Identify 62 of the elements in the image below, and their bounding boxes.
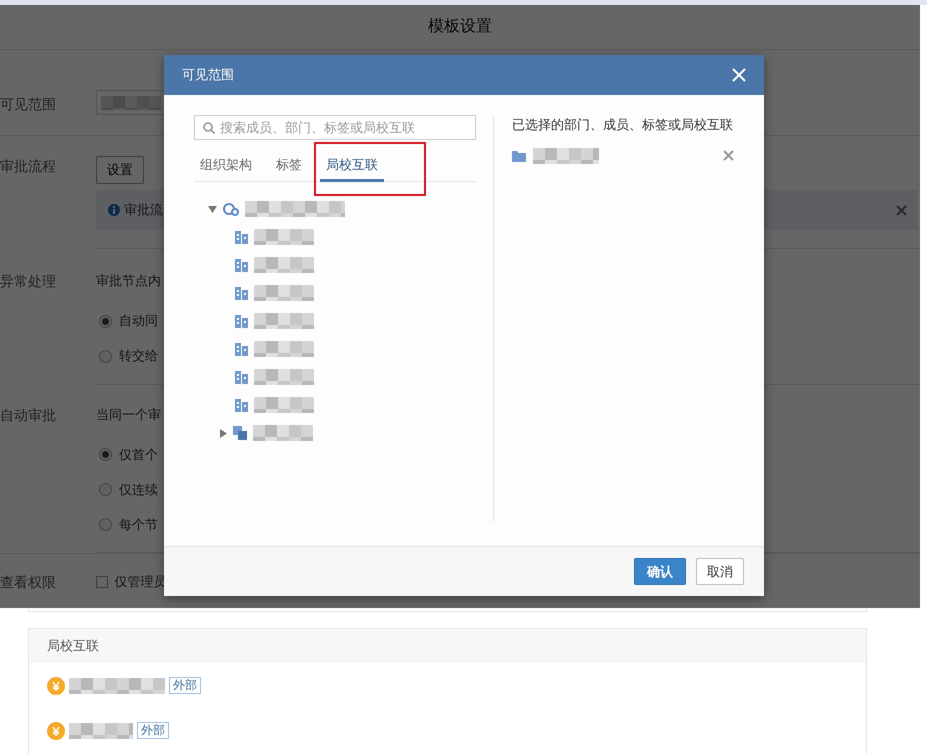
coin-icon [47, 676, 65, 694]
radio-button[interactable] [99, 518, 112, 531]
cancel-button[interactable]: 取消 [696, 558, 744, 586]
blur-patch [254, 229, 314, 245]
search-field[interactable]: 搜索成员、部门、标签或局校互联 [194, 115, 476, 140]
radio-label: 自动同 [118, 312, 158, 330]
blur-patch [254, 341, 314, 357]
folder-icon [512, 150, 526, 162]
selected-heading: 已选择的部门、成员、标签或局校互联 [512, 116, 734, 134]
blur-patch [254, 313, 314, 329]
radio-label: 每个节 [118, 516, 158, 534]
form-label: 自动审批 [0, 406, 57, 424]
radio-button[interactable] [99, 448, 112, 461]
form-label: 异常处理 [0, 272, 57, 291]
building-icon [235, 230, 248, 244]
tag: 外部 [137, 722, 169, 739]
blur-patch [69, 722, 133, 738]
blur-patch [101, 96, 161, 110]
radio-label: 转交给 [118, 347, 158, 366]
tab[interactable]: 局校互联 [320, 150, 384, 182]
remove-icon[interactable] [723, 150, 734, 161]
tab[interactable]: 标签 [270, 150, 308, 182]
coin-icon [47, 722, 65, 740]
tab[interactable]: 组织架构 [194, 150, 258, 182]
info-icon [108, 204, 120, 216]
alert-text: 审批流 [124, 201, 163, 220]
blur-patch [254, 257, 314, 273]
form-label: 查看权限 [0, 573, 57, 592]
form-label: 可见范围 [0, 95, 57, 114]
building-icon [235, 258, 248, 272]
stacked-squares-icon [233, 426, 247, 440]
expand-caret-icon[interactable] [220, 428, 227, 438]
prompt-text: 审批节点内 [96, 273, 161, 288]
radio-button[interactable] [99, 350, 112, 362]
building-icon [235, 342, 248, 356]
org-icon [223, 202, 239, 216]
card-title: 局校互联 [29, 629, 866, 663]
confirm-button[interactable]: 确认 [634, 558, 686, 586]
building-icon [235, 314, 248, 328]
blur-patch [254, 369, 314, 385]
close-icon[interactable] [732, 68, 746, 82]
building-icon [235, 286, 248, 300]
blur-patch [532, 148, 598, 164]
blur-patch [253, 425, 313, 441]
set-button[interactable]: 设置 [96, 156, 144, 184]
close-icon [896, 204, 907, 216]
building-icon [235, 370, 248, 384]
tag: 外部 [169, 677, 201, 694]
dialog-title: 可见范围 [182, 66, 234, 84]
prompt-text: 当同一个审 [96, 406, 161, 422]
radio-label: 仅连续 [118, 480, 158, 499]
radio-button[interactable] [99, 483, 112, 496]
blur-patch [254, 285, 314, 301]
search-icon [203, 122, 215, 134]
building-icon [235, 398, 248, 412]
checkbox[interactable] [96, 576, 108, 588]
collapse-caret-icon[interactable] [208, 206, 217, 212]
form-label: 审批流程 [0, 157, 57, 176]
radio-label: 仅首个 [118, 446, 158, 464]
blur-patch [254, 397, 314, 413]
page-title: 模板设置 [0, 5, 920, 50]
radio-button[interactable] [99, 314, 112, 328]
